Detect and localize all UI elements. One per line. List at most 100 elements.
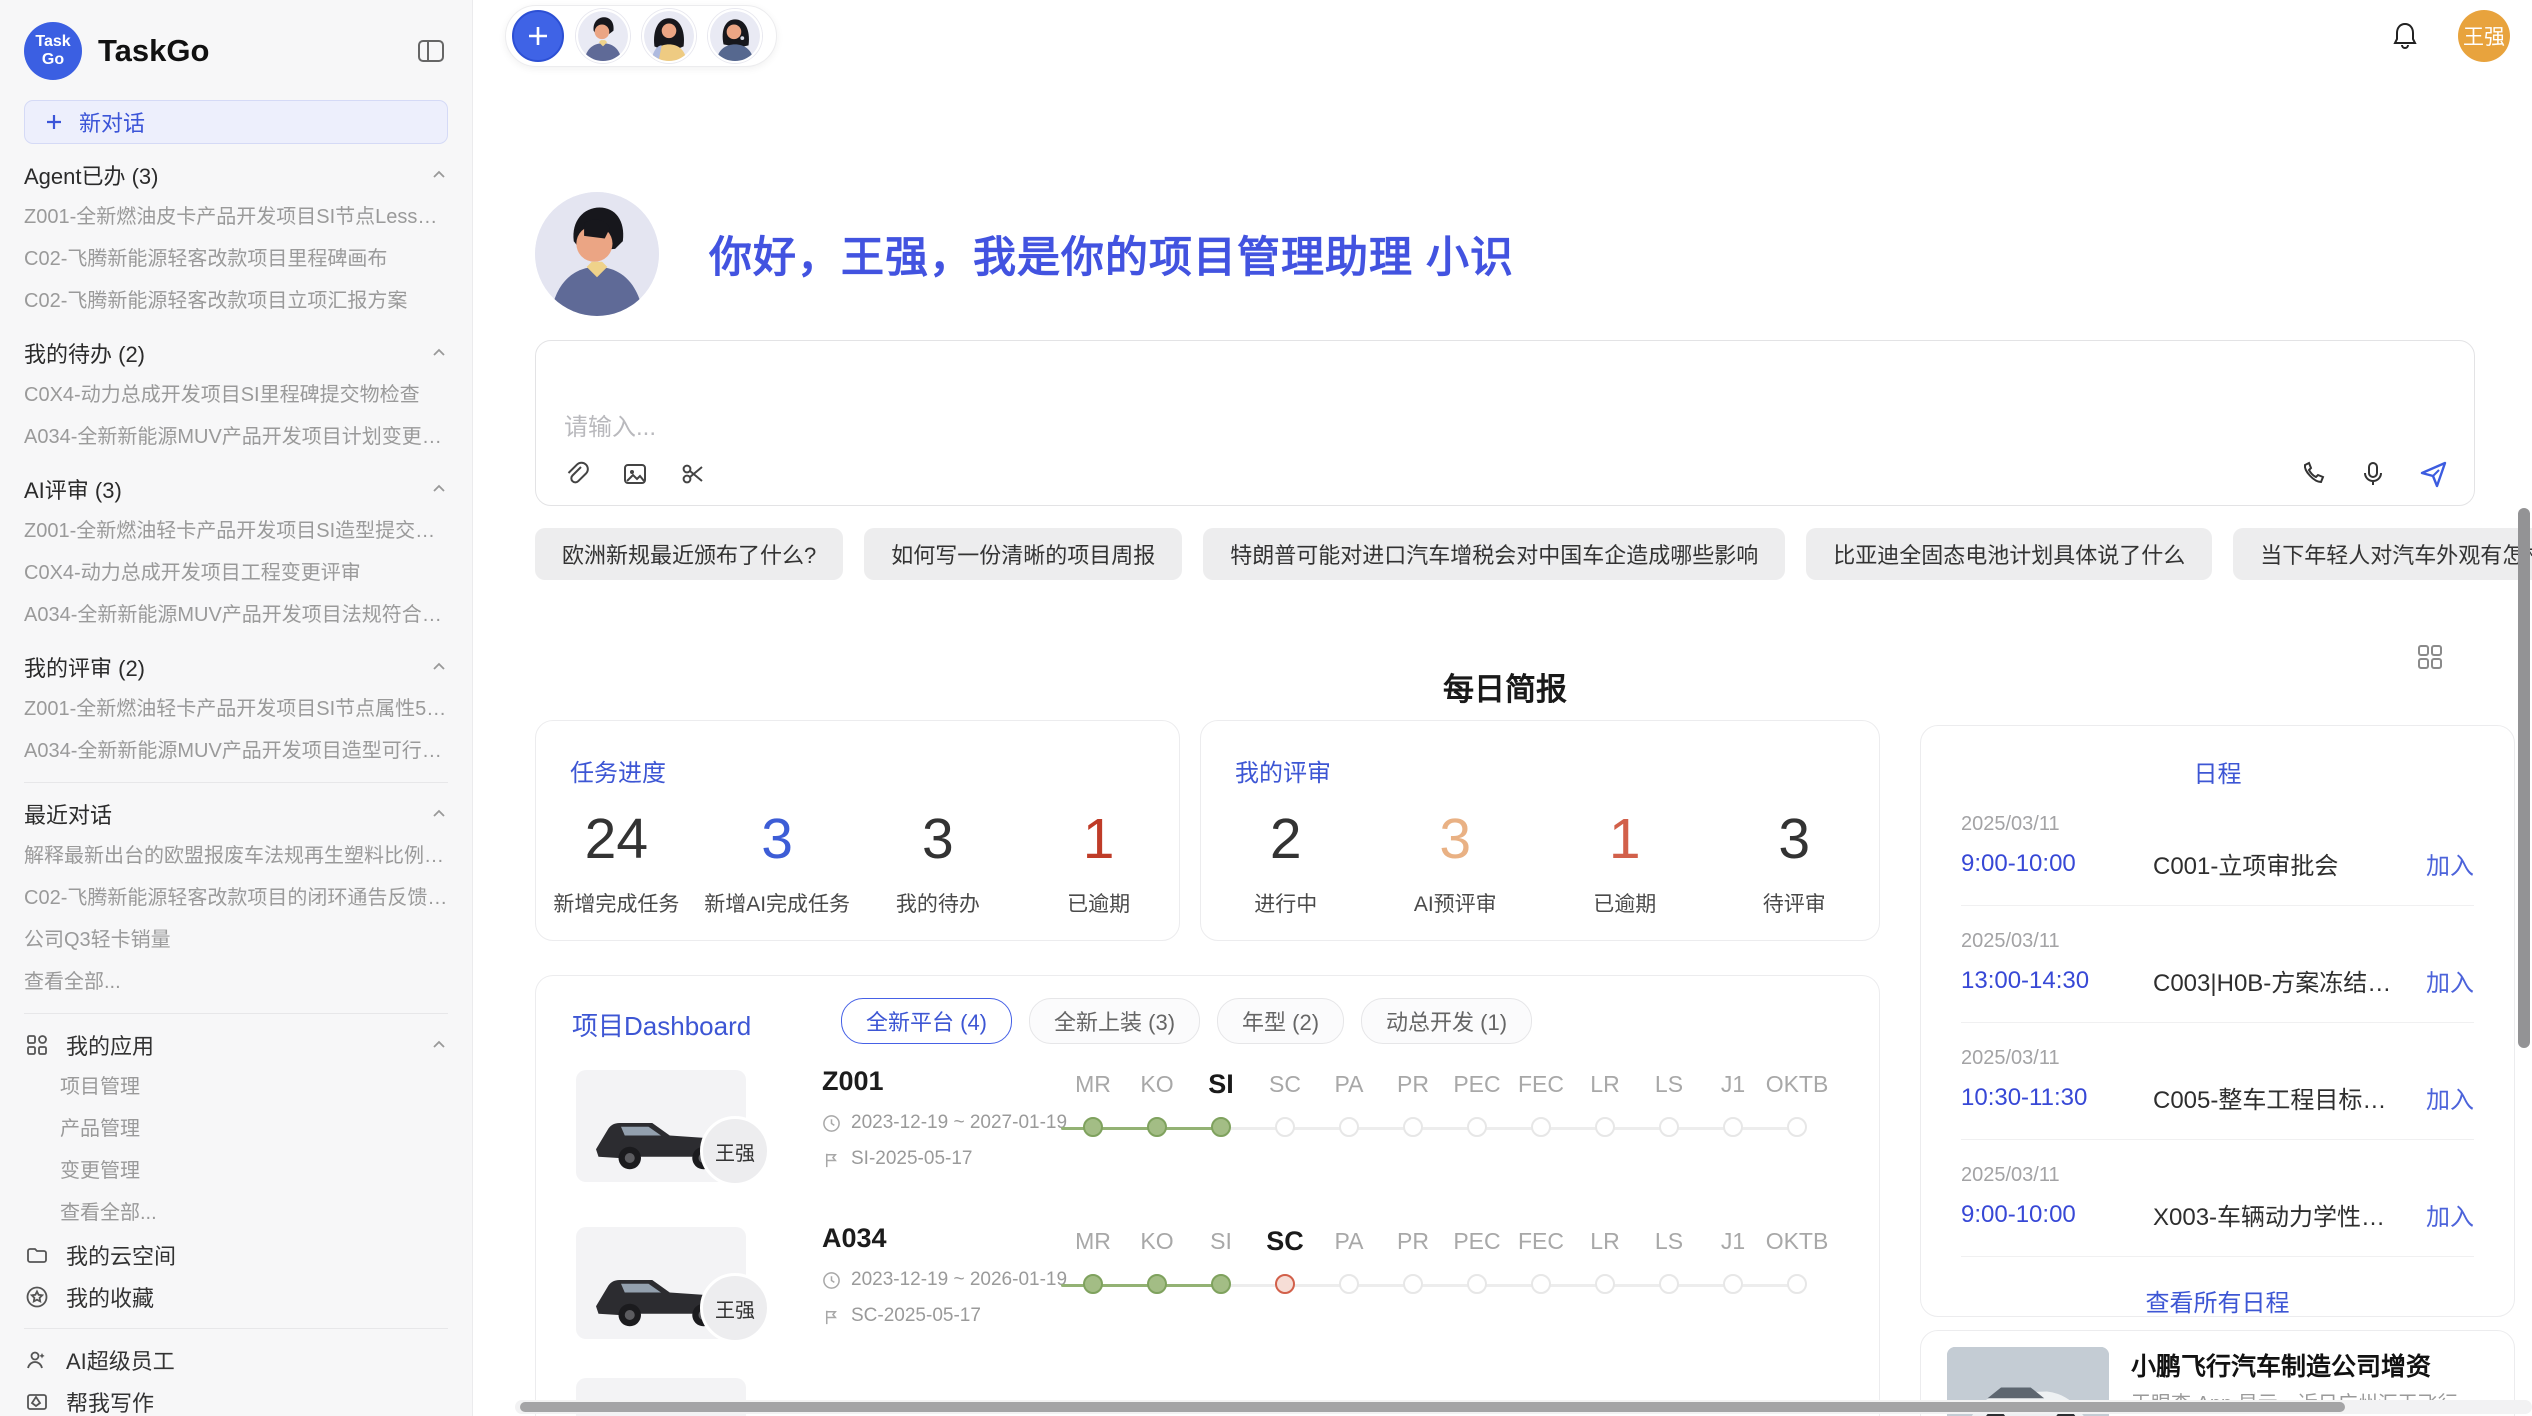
- user-avatar[interactable]: [642, 9, 696, 63]
- milestone-dot[interactable]: [1083, 1117, 1103, 1137]
- chevron-up-icon[interactable]: [430, 805, 448, 823]
- milestone-dot[interactable]: [1467, 1274, 1487, 1294]
- schedule-date: 2025/03/11: [1961, 1047, 2474, 1070]
- project-row[interactable]: 王强Z0012023-12-19 ~ 2027-01-19SI-2025-05-…: [536, 1064, 1879, 1214]
- sidebar-section-header[interactable]: 最近对话: [24, 793, 448, 835]
- sidebar-item[interactable]: C0X4-动力总成开发项目SI里程碑提交物检查: [24, 374, 448, 416]
- milestone-dot[interactable]: [1467, 1117, 1487, 1137]
- phone-icon[interactable]: [2298, 459, 2328, 489]
- sidebar-app-item[interactable]: 变更管理: [24, 1150, 448, 1192]
- sidebar-section-header[interactable]: Agent已办 (3): [24, 154, 448, 196]
- dashboard-filter-chip[interactable]: 全新上装 (3): [1029, 998, 1200, 1044]
- suggestion-chip[interactable]: 如何写一份清晰的项目周报: [864, 528, 1182, 580]
- suggestion-chip[interactable]: 比亚迪全固态电池计划具体说了什么: [1806, 528, 2212, 580]
- sidebar-item[interactable]: C02-飞腾新能源轻客改款项目立项汇报方案: [24, 280, 448, 322]
- sidebar-item[interactable]: A034-全新新能源MUV产品开发项目法规符合性评审: [24, 594, 448, 636]
- sidebar-item[interactable]: C02-飞腾新能源轻客改款项目的闭环通告反馈情况: [24, 877, 448, 919]
- sidebar-item-folder[interactable]: 我的云空间: [24, 1234, 448, 1276]
- project-owner-badge: 王强: [700, 1116, 770, 1186]
- dashboard-filter-chip[interactable]: 全新平台 (4): [841, 998, 1012, 1044]
- divider: [1961, 1256, 2474, 1257]
- sidebar-item[interactable]: 公司Q3轻卡销量: [24, 919, 448, 961]
- milestone-dot[interactable]: [1723, 1117, 1743, 1137]
- milestone-dot[interactable]: [1339, 1117, 1359, 1137]
- sidebar-item-star[interactable]: 我的收藏: [24, 1276, 448, 1318]
- suggestion-chip[interactable]: 欧洲新规最近颁布了什么?: [535, 528, 843, 580]
- user-avatar[interactable]: [576, 9, 630, 63]
- milestone-dot[interactable]: [1147, 1274, 1167, 1294]
- join-meeting-link[interactable]: 加入: [2426, 846, 2474, 881]
- session-toolbar: [505, 5, 777, 67]
- horizontal-scrollbar[interactable]: [515, 1400, 2532, 1414]
- project-row[interactable]: 王强A0342023-12-19 ~ 2026-01-19SC-2025-05-…: [536, 1221, 1879, 1371]
- milestone-dot[interactable]: [1211, 1117, 1231, 1137]
- sidebar-item[interactable]: Z001-全新燃油轻卡产品开发项目SI造型提交物评审: [24, 510, 448, 552]
- mic-icon[interactable]: [2358, 459, 2388, 489]
- chevron-up-icon[interactable]: [430, 344, 448, 362]
- milestone-dot[interactable]: [1339, 1274, 1359, 1294]
- chevron-up-icon[interactable]: [430, 658, 448, 676]
- sidebar-item[interactable]: C02-飞腾新能源轻客改款项目里程碑画布: [24, 238, 448, 280]
- sidebar-collapse-icon[interactable]: [414, 34, 448, 68]
- chevron-up-icon[interactable]: [430, 1036, 448, 1054]
- milestone-dot[interactable]: [1403, 1117, 1423, 1137]
- sidebar-app-item[interactable]: 项目管理: [24, 1066, 448, 1108]
- image-icon[interactable]: [620, 459, 650, 489]
- join-meeting-link[interactable]: 加入: [2426, 963, 2474, 998]
- view-all-schedule-link[interactable]: 查看所有日程: [1921, 1283, 2514, 1318]
- new-chat-button[interactable]: 新对话: [24, 100, 448, 144]
- sidebar-item[interactable]: 查看全部...: [24, 961, 448, 1003]
- horizontal-scrollbar-thumb[interactable]: [520, 1402, 2345, 1412]
- milestone-dot[interactable]: [1083, 1274, 1103, 1294]
- suggestion-chip[interactable]: 当下年轻人对汽车外观有怎样的喜好趋势: [2233, 528, 2532, 580]
- send-icon[interactable]: [2418, 459, 2448, 489]
- milestone-dot[interactable]: [1531, 1274, 1551, 1294]
- milestone-dot[interactable]: [1403, 1274, 1423, 1294]
- milestone-dot[interactable]: [1275, 1274, 1295, 1294]
- sidebar-app-item[interactable]: 产品管理: [24, 1108, 448, 1150]
- sidebar-item[interactable]: A034-全新新能源MUV产品开发项目计划变更表编写: [24, 416, 448, 458]
- sidebar-app-item[interactable]: 查看全部...: [24, 1192, 448, 1234]
- sidebar-item-people[interactable]: AI超级员工: [24, 1339, 448, 1381]
- milestone-dot[interactable]: [1275, 1117, 1295, 1137]
- milestone-dot[interactable]: [1531, 1117, 1551, 1137]
- milestone-label: KO: [1125, 1221, 1189, 1261]
- chevron-up-icon[interactable]: [430, 480, 448, 498]
- current-user-avatar[interactable]: 王强: [2458, 10, 2510, 62]
- sidebar-item[interactable]: Z001-全新燃油皮卡产品开发项目SI节点Lesson Learn报告: [24, 196, 448, 238]
- sidebar-item[interactable]: Z001-全新燃油轻卡产品开发项目SI节点属性5D文件评审: [24, 688, 448, 730]
- user-avatar[interactable]: [708, 9, 762, 63]
- milestone-dot[interactable]: [1659, 1117, 1679, 1137]
- milestone-dot[interactable]: [1787, 1274, 1807, 1294]
- join-meeting-link[interactable]: 加入: [2426, 1197, 2474, 1232]
- sidebar-item[interactable]: 解释最新出台的欧盟报废车法规再生塑料比例被调至15%...: [24, 835, 448, 877]
- chat-input[interactable]: 请输入...: [535, 340, 2475, 506]
- sidebar-section-header[interactable]: 我的评审 (2): [24, 646, 448, 688]
- sidebar-item[interactable]: C0X4-动力总成开发项目工程变更评审: [24, 552, 448, 594]
- sidebar-item[interactable]: A034-全新新能源MUV产品开发项目造型可行性评审: [24, 730, 448, 772]
- milestone-dot[interactable]: [1595, 1274, 1615, 1294]
- milestone-dot[interactable]: [1659, 1274, 1679, 1294]
- milestone-dot[interactable]: [1147, 1117, 1167, 1137]
- sidebar-item-mail-pen[interactable]: 帮我写作: [24, 1381, 448, 1416]
- add-session-button[interactable]: [512, 10, 564, 62]
- sidebar-section-header[interactable]: AI评审 (3): [24, 468, 448, 510]
- section-title: 最近对话: [24, 798, 112, 830]
- chevron-up-icon[interactable]: [430, 166, 448, 184]
- milestone-dot[interactable]: [1211, 1274, 1231, 1294]
- vertical-scrollbar-thumb[interactable]: [2518, 508, 2530, 1048]
- join-meeting-link[interactable]: 加入: [2426, 1080, 2474, 1115]
- sidebar-section-header[interactable]: 我的待办 (2): [24, 332, 448, 374]
- milestone-dot[interactable]: [1595, 1117, 1615, 1137]
- suggestion-chip[interactable]: 特朗普可能对进口汽车增税会对中国车企造成哪些影响: [1203, 528, 1785, 580]
- scissors-icon[interactable]: [678, 459, 708, 489]
- dashboard-filter-chip[interactable]: 年型 (2): [1217, 998, 1344, 1044]
- dashboard-filter-chip[interactable]: 动总开发 (1): [1361, 998, 1532, 1044]
- layout-grid-icon[interactable]: [2415, 642, 2445, 672]
- milestone-dot[interactable]: [1723, 1274, 1743, 1294]
- attachment-icon[interactable]: [562, 459, 592, 489]
- milestone-label: PA: [1317, 1221, 1381, 1261]
- notification-bell-icon[interactable]: [2388, 19, 2422, 53]
- sidebar-group-my-apps[interactable]: 我的应用: [24, 1024, 448, 1066]
- milestone-dot[interactable]: [1787, 1117, 1807, 1137]
